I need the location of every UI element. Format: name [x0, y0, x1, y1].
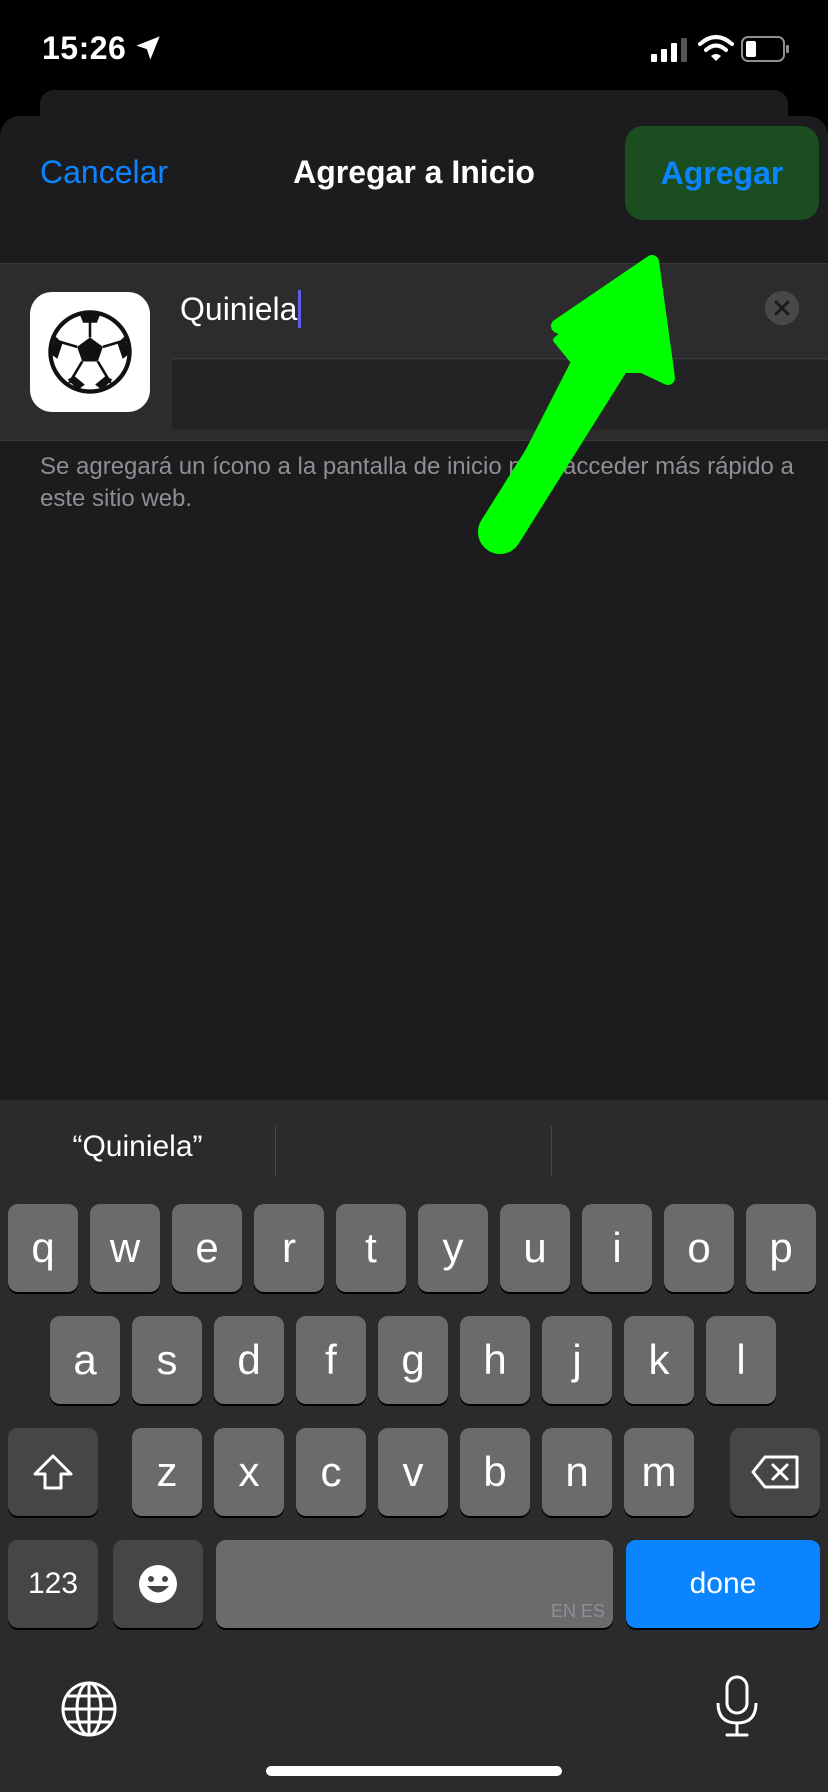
key-d[interactable]: d [214, 1316, 284, 1404]
key-h[interactable]: h [460, 1316, 530, 1404]
suggestion-divider [551, 1126, 552, 1176]
helper-text: Se agregará un ícono a la pantalla de in… [40, 453, 794, 512]
shortcut-form: Quiniela [0, 263, 828, 441]
text-caret [298, 290, 302, 328]
status-bar: 15:26 [0, 0, 828, 100]
key-i[interactable]: i [582, 1204, 652, 1292]
key-c[interactable]: c [296, 1428, 366, 1516]
delete-key[interactable] [730, 1428, 820, 1516]
key-b[interactable]: b [460, 1428, 530, 1516]
key-m[interactable]: m [624, 1428, 694, 1516]
microphone-icon[interactable] [712, 1675, 762, 1739]
shift-key[interactable] [8, 1428, 98, 1516]
key-o[interactable]: o [664, 1204, 734, 1292]
done-key[interactable]: done [626, 1540, 820, 1628]
language-hint: EN ES [550, 1601, 605, 1621]
key-f[interactable]: f [296, 1316, 366, 1404]
url-field [172, 360, 828, 430]
numbers-key[interactable]: 123 [8, 1540, 98, 1628]
clear-text-icon[interactable] [765, 291, 799, 325]
key-g[interactable]: g [378, 1316, 448, 1404]
soccer-ball-icon [48, 310, 132, 394]
key-u[interactable]: u [500, 1204, 570, 1292]
shift-icon [33, 1454, 73, 1490]
space-bar[interactable]: EN ES [216, 1540, 613, 1628]
key-y[interactable]: y [418, 1204, 488, 1292]
key-s[interactable]: s [132, 1316, 202, 1404]
key-t[interactable]: t [336, 1204, 406, 1292]
emoji-key[interactable] [113, 1540, 203, 1628]
suggestion-bar: “Quiniela” [0, 1100, 828, 1200]
web-clip-icon [30, 292, 150, 412]
key-r[interactable]: r [254, 1204, 324, 1292]
key-z[interactable]: z [132, 1428, 202, 1516]
wifi-icon [698, 35, 734, 61]
key-k[interactable]: k [624, 1316, 694, 1404]
key-q[interactable]: q [8, 1204, 78, 1292]
backspace-icon [751, 1455, 799, 1489]
field-divider [172, 358, 828, 359]
key-v[interactable]: v [378, 1428, 448, 1516]
key-j[interactable]: j [542, 1316, 612, 1404]
emoji-icon [139, 1565, 177, 1603]
sheet-nav-bar: Agregar a Inicio Cancelar Agregar [0, 116, 828, 226]
shortcut-name-value: Quiniela [180, 290, 298, 327]
key-w[interactable]: w [90, 1204, 160, 1292]
location-arrow-icon [136, 36, 160, 60]
add-button[interactable]: Agregar [625, 126, 819, 220]
cancel-button[interactable]: Cancelar [40, 154, 168, 191]
battery-icon [741, 36, 789, 62]
keyboard: “Quiniela” 123 EN ES done qwertyuiop asdf… [0, 1100, 828, 1792]
globe-icon[interactable] [60, 1680, 118, 1738]
suggestion-item[interactable]: “Quiniela” [0, 1130, 275, 1164]
key-e[interactable]: e [172, 1204, 242, 1292]
key-l[interactable]: l [706, 1316, 776, 1404]
status-time: 15:26 [42, 30, 127, 66]
suggestion-divider [275, 1126, 276, 1176]
home-indicator [266, 1766, 562, 1776]
key-x[interactable]: x [214, 1428, 284, 1516]
key-a[interactable]: a [50, 1316, 120, 1404]
key-p[interactable]: p [746, 1204, 816, 1292]
cellular-signal-icon [651, 38, 687, 62]
shortcut-name-input[interactable]: Quiniela [180, 282, 700, 336]
key-n[interactable]: n [542, 1428, 612, 1516]
